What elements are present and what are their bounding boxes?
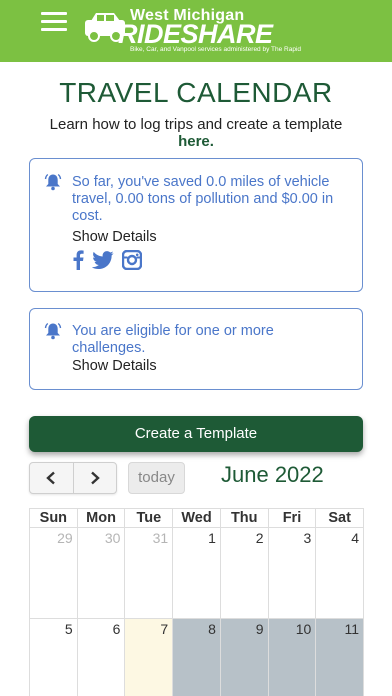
calendar-day[interactable]: 29: [30, 527, 78, 618]
calendar-day[interactable]: 8: [173, 618, 221, 696]
calendar-day[interactable]: 10: [268, 618, 317, 696]
savings-text: So far, you've saved 0.0 miles of vehicl…: [72, 174, 334, 224]
calendar-nav-group: [29, 462, 117, 494]
page-title: TRAVEL CALENDAR: [59, 77, 333, 108]
social-links: [72, 250, 142, 270]
weekday-label: Thu: [221, 509, 269, 527]
weekday-header: Sun Mon Tue Wed Thu Fri Sat: [29, 508, 365, 527]
facebook-icon[interactable]: [72, 250, 84, 270]
weekday-label: Tue: [125, 509, 174, 527]
calendar-day[interactable]: 2: [220, 527, 269, 618]
savings-show-details-link[interactable]: Show Details: [72, 229, 157, 245]
chevron-right-icon: [90, 471, 100, 485]
weekday-label: Mon: [78, 509, 126, 527]
weekday-label: Sun: [30, 509, 78, 527]
calendar-day[interactable]: 5: [30, 618, 78, 696]
rideshare-logo[interactable]: West Michigan RIDESHARE Bike, Car, and V…: [82, 6, 314, 54]
learn-here-link[interactable]: here.: [0, 133, 392, 150]
calendar-day-today[interactable]: 7: [125, 618, 174, 696]
calendar-grid: Sun Mon Tue Wed Thu Fri Sat 29 30 31 1 2…: [29, 508, 365, 696]
hamburger-menu-icon[interactable]: [41, 12, 67, 32]
calendar-day[interactable]: 9: [220, 618, 269, 696]
calendar-day[interactable]: 1: [173, 527, 221, 618]
learn-text: Learn how to log trips and create a temp…: [49, 116, 343, 133]
prev-month-button[interactable]: [30, 463, 73, 493]
savings-card: So far, you've saved 0.0 miles of vehicl…: [29, 158, 363, 292]
challenge-show-details-link[interactable]: Show Details: [72, 358, 157, 374]
bell-icon: [44, 173, 62, 191]
month-title: June 2022: [221, 462, 324, 487]
weekday-label: Wed: [173, 509, 221, 527]
calendar-day[interactable]: 4: [316, 527, 365, 618]
weekday-label: Sat: [316, 509, 365, 527]
challenge-text: You are eligible for one or more challen…: [72, 323, 274, 356]
calendar-day[interactable]: 11: [316, 618, 365, 696]
calendar-day[interactable]: 3: [268, 527, 317, 618]
calendar-day[interactable]: 31: [125, 527, 174, 618]
today-button[interactable]: today: [128, 462, 185, 494]
challenge-card: You are eligible for one or more challen…: [29, 308, 363, 390]
next-month-button[interactable]: [72, 463, 117, 493]
chevron-left-icon: [46, 471, 56, 485]
calendar-day[interactable]: 30: [77, 527, 126, 618]
twitter-icon[interactable]: [92, 251, 114, 269]
instagram-icon[interactable]: [122, 250, 142, 270]
calendar-day[interactable]: 6: [77, 618, 126, 696]
weekday-label: Fri: [269, 509, 317, 527]
app-header: West Michigan RIDESHARE Bike, Car, and V…: [0, 0, 392, 62]
logo-sub-text: Bike, Car, and Vanpool services administ…: [130, 46, 302, 53]
bell-icon: [44, 322, 62, 340]
calendar-week: 5 6 7 8 9 10 11: [29, 618, 365, 696]
create-template-button[interactable]: Create a Template: [29, 416, 363, 452]
calendar-week: 29 30 31 1 2 3 4: [29, 527, 365, 618]
